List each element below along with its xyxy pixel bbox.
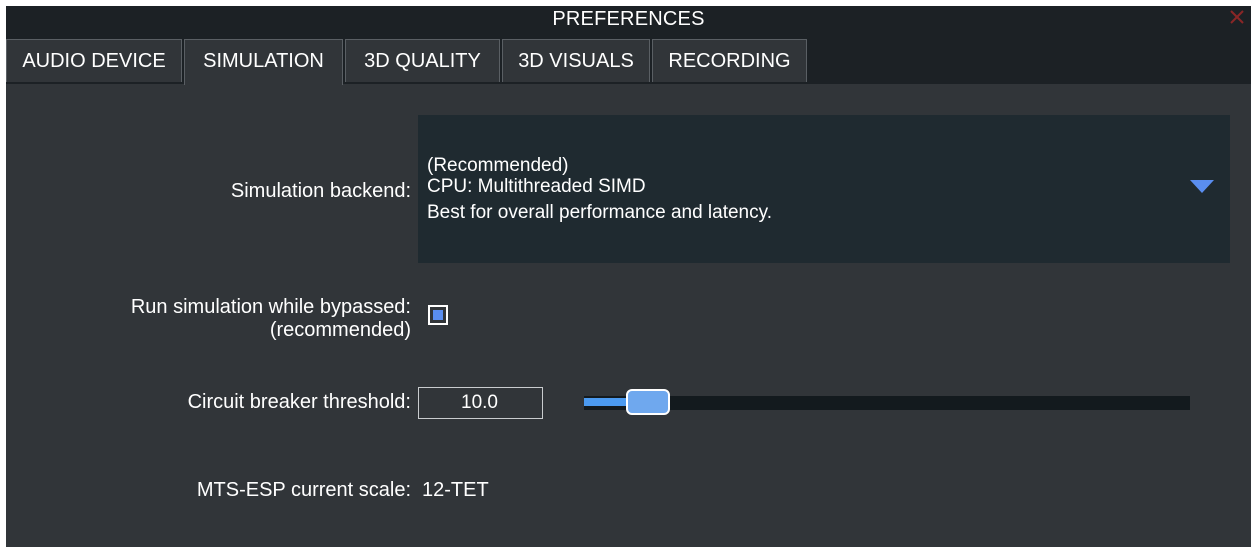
tab-recording[interactable]: RECORDING	[652, 39, 807, 82]
tab-simulation[interactable]: SIMULATION	[184, 39, 343, 85]
title-bar: PREFERENCES	[6, 6, 1251, 38]
tab-bar: AUDIO DEVICE SIMULATION 3D QUALITY 3D VI…	[6, 38, 1251, 85]
bypass-label: Run simulation while bypassed:	[130, 296, 411, 318]
bypass-label-recommended: (recommended)	[269, 319, 411, 341]
tab-audio-device[interactable]: AUDIO DEVICE	[6, 39, 182, 82]
simulation-backend-label: Simulation backend:	[230, 180, 411, 202]
circuit-breaker-value-field[interactable]: 10.0	[418, 387, 543, 419]
mts-esp-label: MTS-ESP current scale:	[196, 479, 411, 501]
checkbox-checked-indicator	[433, 310, 443, 320]
circuit-breaker-label: Circuit breaker threshold:	[187, 391, 411, 413]
bypass-checkbox[interactable]	[428, 305, 448, 325]
close-icon[interactable]	[1229, 9, 1245, 25]
mts-esp-scale-value: 12-TET	[422, 479, 489, 501]
dropdown-line-description: Best for overall performance and latency…	[427, 202, 772, 223]
window-title: PREFERENCES	[552, 8, 705, 30]
tab-3d-quality[interactable]: 3D QUALITY	[345, 39, 500, 82]
dropdown-line-recommended: (Recommended)	[427, 155, 569, 176]
tab-3d-visuals[interactable]: 3D VISUALS	[502, 39, 650, 82]
preferences-window: PREFERENCES AUDIO DEVICE SIMULATION 3D Q…	[6, 6, 1251, 547]
circuit-breaker-slider[interactable]	[584, 389, 1190, 417]
slider-thumb[interactable]	[626, 389, 671, 415]
slider-track	[584, 396, 1190, 410]
triangle-down-icon	[1190, 180, 1214, 199]
simulation-backend-dropdown[interactable]: (Recommended) CPU: Multithreaded SIMD Be…	[418, 115, 1230, 263]
dropdown-line-backend: CPU: Multithreaded SIMD	[427, 176, 646, 197]
